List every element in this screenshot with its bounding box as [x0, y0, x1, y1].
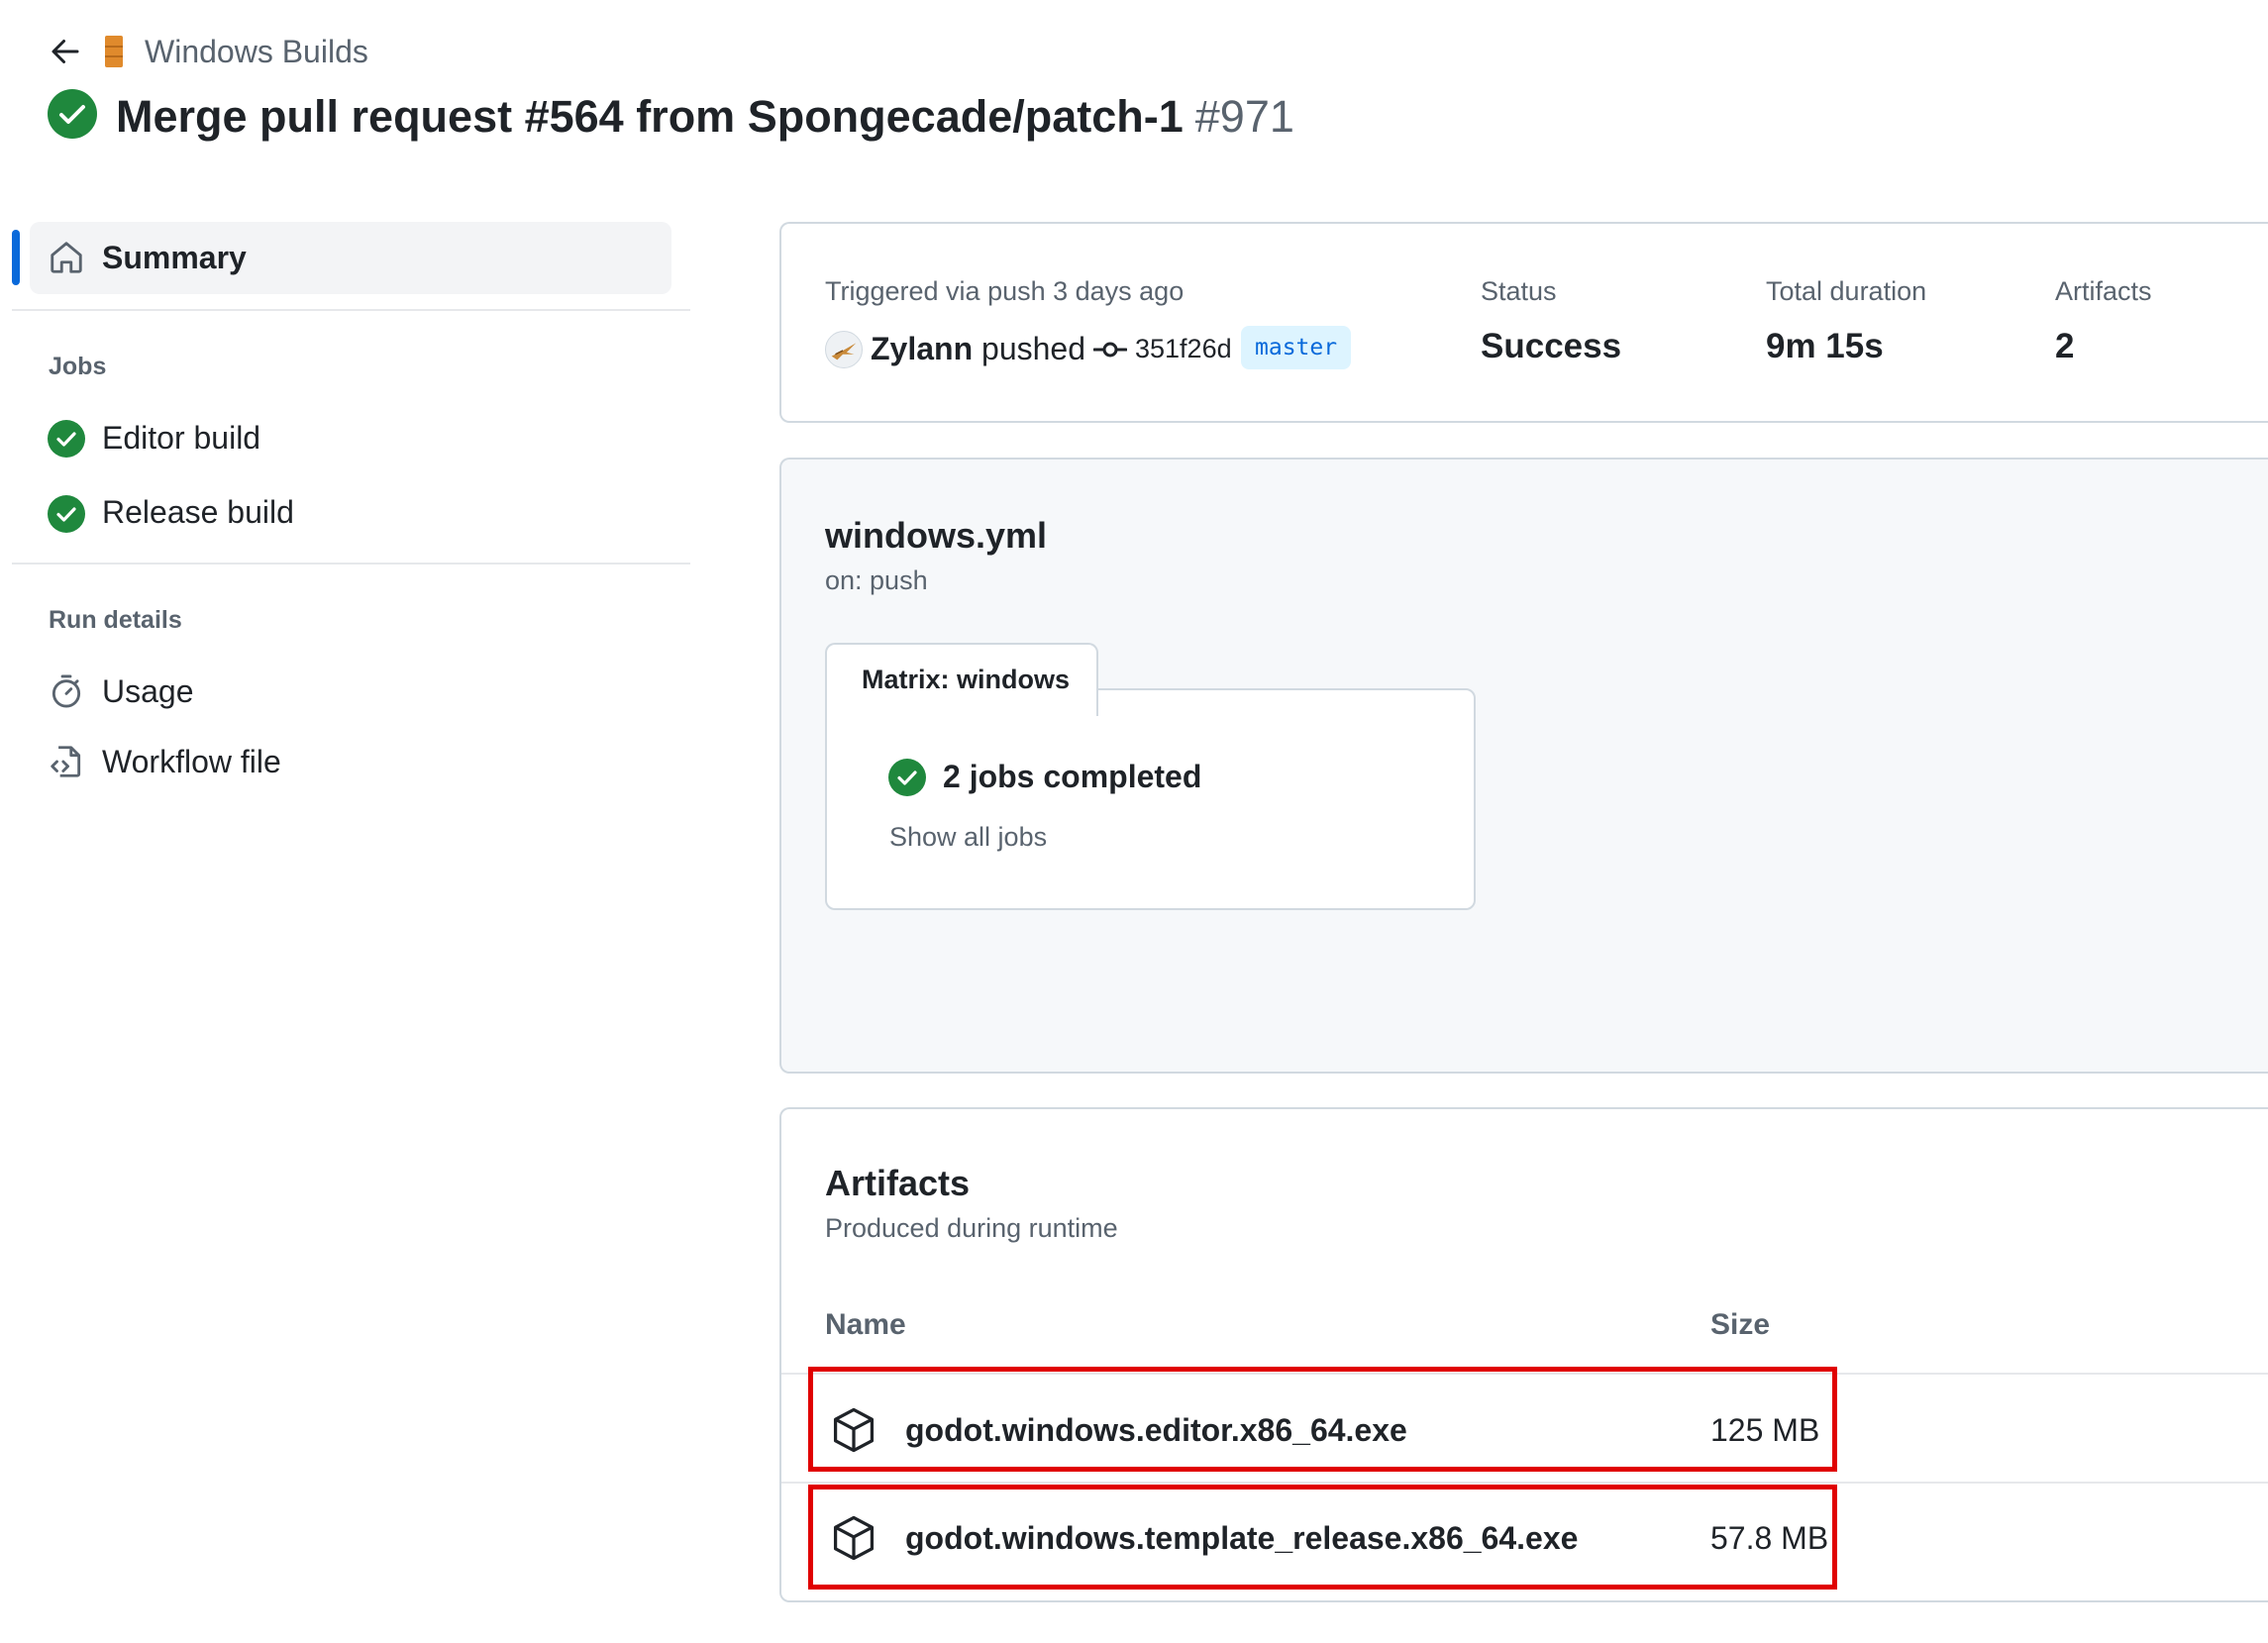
- run-details-heading: Run details: [49, 606, 182, 634]
- artifact-name-link[interactable]: godot.windows.template_release.x86_64.ex…: [905, 1516, 1578, 1560]
- trigger-text: Triggered via push 3 days ago: [825, 276, 1185, 306]
- success-check-icon: [48, 495, 85, 533]
- file-code-icon: [48, 743, 85, 780]
- workflow-trigger: on: push: [825, 565, 928, 595]
- artifact-name-link[interactable]: godot.windows.editor.x86_64.exe: [905, 1408, 1407, 1452]
- matrix-job-box[interactable]: [825, 688, 1476, 910]
- back-arrow-icon[interactable]: [48, 34, 83, 69]
- matrix-label: Matrix: windows: [862, 665, 1071, 694]
- run-number: #971: [1194, 91, 1294, 142]
- divider: [12, 309, 690, 311]
- artifacts-count-label: Artifacts: [2055, 276, 2152, 306]
- divider: [12, 563, 690, 565]
- commit-sha-link[interactable]: 351f26d: [1135, 331, 1232, 366]
- sidebar-item-label: Summary: [102, 240, 247, 275]
- artifacts-title: Artifacts: [825, 1163, 971, 1203]
- home-icon: [48, 239, 85, 276]
- duration-value: 9m 15s: [1766, 327, 1884, 365]
- sidebar-item-editor-build[interactable]: Editor build: [102, 418, 260, 458]
- package-icon: [828, 1512, 879, 1564]
- user-avatar[interactable]: [825, 331, 863, 368]
- success-check-icon: [888, 759, 926, 796]
- sidebar-item-release-build[interactable]: Release build: [102, 492, 294, 532]
- workflow-file-name: windows.yml: [825, 515, 1048, 556]
- status-label: Status: [1481, 276, 1557, 306]
- workflow-icon: [103, 34, 125, 69]
- pusher-text: Zylann pushed: [871, 327, 1085, 370]
- duration-label: Total duration: [1766, 276, 1927, 306]
- workflow-name-link[interactable]: Windows Builds: [145, 30, 368, 73]
- sidebar-item-usage[interactable]: Usage: [102, 671, 194, 711]
- actor-link[interactable]: Zylann: [871, 331, 973, 366]
- artifacts-count-value[interactable]: 2: [2055, 324, 2074, 369]
- column-header-name: Name: [825, 1308, 906, 1341]
- artifact-size: 57.8 MB: [1710, 1520, 1829, 1556]
- git-commit-icon: [1093, 336, 1127, 363]
- sidebar-item-workflow-file[interactable]: Workflow file: [102, 742, 281, 781]
- show-all-jobs-link[interactable]: Show all jobs: [889, 819, 1047, 855]
- jobs-heading: Jobs: [49, 353, 107, 380]
- branch-badge[interactable]: master: [1241, 326, 1352, 369]
- action-text: pushed: [981, 331, 1085, 366]
- artifacts-subtitle: Produced during runtime: [825, 1213, 1118, 1243]
- column-header-size: Size: [1710, 1308, 1771, 1341]
- package-icon: [828, 1404, 879, 1456]
- status-value: Success: [1481, 327, 1622, 365]
- stopwatch-icon: [48, 672, 85, 710]
- jobs-completed-text: 2 jobs completed: [943, 759, 1202, 794]
- success-check-icon: [48, 89, 97, 139]
- divider: [781, 1482, 2268, 1484]
- run-title: Merge pull request #564 from Spongecade/…: [116, 87, 1294, 147]
- success-check-icon: [48, 420, 85, 458]
- active-indicator: [12, 230, 20, 285]
- artifact-size: 125 MB: [1710, 1412, 1820, 1448]
- run-info-card: [779, 222, 2268, 423]
- run-title-text: Merge pull request #564 from Spongecade/…: [116, 91, 1184, 142]
